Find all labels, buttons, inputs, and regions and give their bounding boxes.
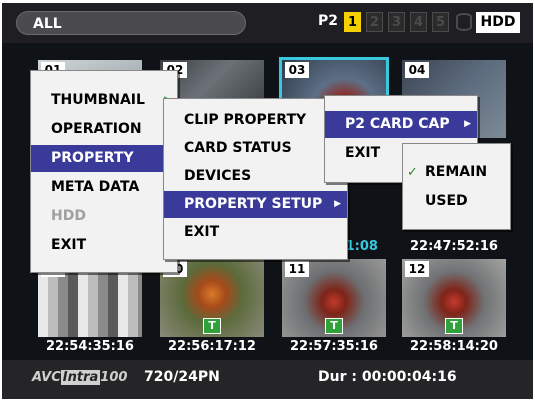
thumbnail-11[interactable]: 11 T [282, 259, 386, 337]
menu-item-meta-data[interactable]: META DATA▶ [31, 174, 177, 201]
timecode-10: 22:56:17:12 [168, 339, 256, 354]
menu-item-label: DEVICES [184, 168, 252, 184]
timecode-11: 22:57:35:16 [290, 339, 378, 354]
property-submenu: CLIP PROPERTY CARD STATUS DEVICES PROPER… [163, 98, 348, 260]
menu-item-p2-card-cap[interactable]: P2 CARD CAP ▶ [325, 111, 477, 138]
menu-item-thumbnail[interactable]: THUMBNAIL▶ [31, 87, 177, 114]
menu-item-hdd: HDD▶ [31, 203, 177, 230]
menu-item-devices[interactable]: DEVICES [164, 163, 347, 190]
menu-item-remain[interactable]: ✓ REMAIN [403, 159, 510, 186]
hdd-label[interactable]: HDD [476, 12, 520, 33]
mode-selector[interactable]: ALL [16, 11, 246, 35]
submenu-arrow-icon: ▶ [464, 119, 471, 129]
card-slot-4[interactable]: 4 [410, 12, 427, 32]
menu-item-label: HDD [51, 208, 86, 224]
text-memo-badge: T [203, 318, 221, 334]
menu-item-property[interactable]: PROPERTY▶ [31, 145, 177, 172]
hdd-drive-icon [456, 13, 472, 31]
menu-item-label: EXIT [51, 237, 87, 253]
timecode-04: 22:47:52:16 [410, 239, 498, 254]
menu-item-used[interactable]: USED [403, 188, 510, 215]
recording-format: 720/24PN [144, 369, 220, 385]
menu-item-label: CARD STATUS [184, 140, 292, 156]
menu-item-label: EXIT [184, 224, 220, 240]
menu-item-label: PROPERTY SETUP [184, 196, 323, 212]
text-memo-badge: T [325, 318, 343, 334]
clip-number: 11 [285, 261, 309, 277]
bottom-status-bar: AVC Intra 100 720/24PN Dur : 00:00:04:16 [2, 360, 533, 399]
avc-intra-logo: AVC Intra 100 [32, 370, 127, 385]
menu-item-label: OPERATION [51, 121, 142, 137]
checkmark-icon: ✓ [407, 165, 418, 180]
timecode-12: 22:58:14:20 [410, 339, 498, 354]
menu-item-property-setup[interactable]: PROPERTY SETUP ▶ [164, 191, 347, 218]
menu-item-operation[interactable]: OPERATION▶ [31, 116, 177, 143]
card-slot-5[interactable]: 5 [432, 12, 449, 32]
menu-item-label: META DATA [51, 179, 140, 195]
card-cap-submenu: ✓ REMAIN USED [402, 143, 511, 230]
menu-item-label: EXIT [345, 145, 381, 161]
submenu-arrow-icon: ▶ [334, 199, 341, 209]
menu-item-clip-property[interactable]: CLIP PROPERTY [164, 107, 347, 134]
card-slot-1[interactable]: 1 [344, 12, 361, 32]
menu-item-exit[interactable]: EXIT [164, 219, 347, 246]
menu-item-label: THUMBNAIL [51, 92, 145, 108]
clip-number: 12 [405, 261, 429, 277]
menu-item-label: USED [425, 193, 468, 209]
card-slot-3[interactable]: 3 [388, 12, 405, 32]
codec-suffix: 100 [100, 370, 128, 385]
codec-prefix: AVC [32, 370, 61, 385]
menu-item-label: REMAIN [425, 164, 488, 180]
p2-media-label: P2 [318, 13, 339, 29]
codec-box: Intra [60, 370, 101, 385]
thumbnail-12[interactable]: 12 T [402, 259, 506, 337]
clip-duration: Dur : 00:00:04:16 [318, 369, 457, 385]
menu-item-card-status[interactable]: CARD STATUS [164, 135, 347, 162]
top-status-bar: ALL P2 1 2 3 4 5 HDD [2, 3, 533, 43]
viewfinder-screen: ALL P2 1 2 3 4 5 HDD 01 02 03 04 22:47:5… [2, 3, 533, 399]
timecode-09: 22:54:35:16 [46, 339, 134, 354]
clip-number: 04 [405, 62, 429, 78]
card-slot-2[interactable]: 2 [366, 12, 383, 32]
menu-item-label: CLIP PROPERTY [184, 112, 307, 128]
main-menu: THUMBNAIL▶ OPERATION▶ PROPERTY▶ META DAT… [30, 70, 178, 273]
menu-item-label: P2 CARD CAP [345, 116, 450, 132]
text-memo-badge: T [445, 318, 463, 334]
menu-item-label: PROPERTY [51, 150, 134, 166]
clip-number: 03 [285, 62, 309, 78]
menu-item-exit[interactable]: EXIT [31, 232, 177, 259]
